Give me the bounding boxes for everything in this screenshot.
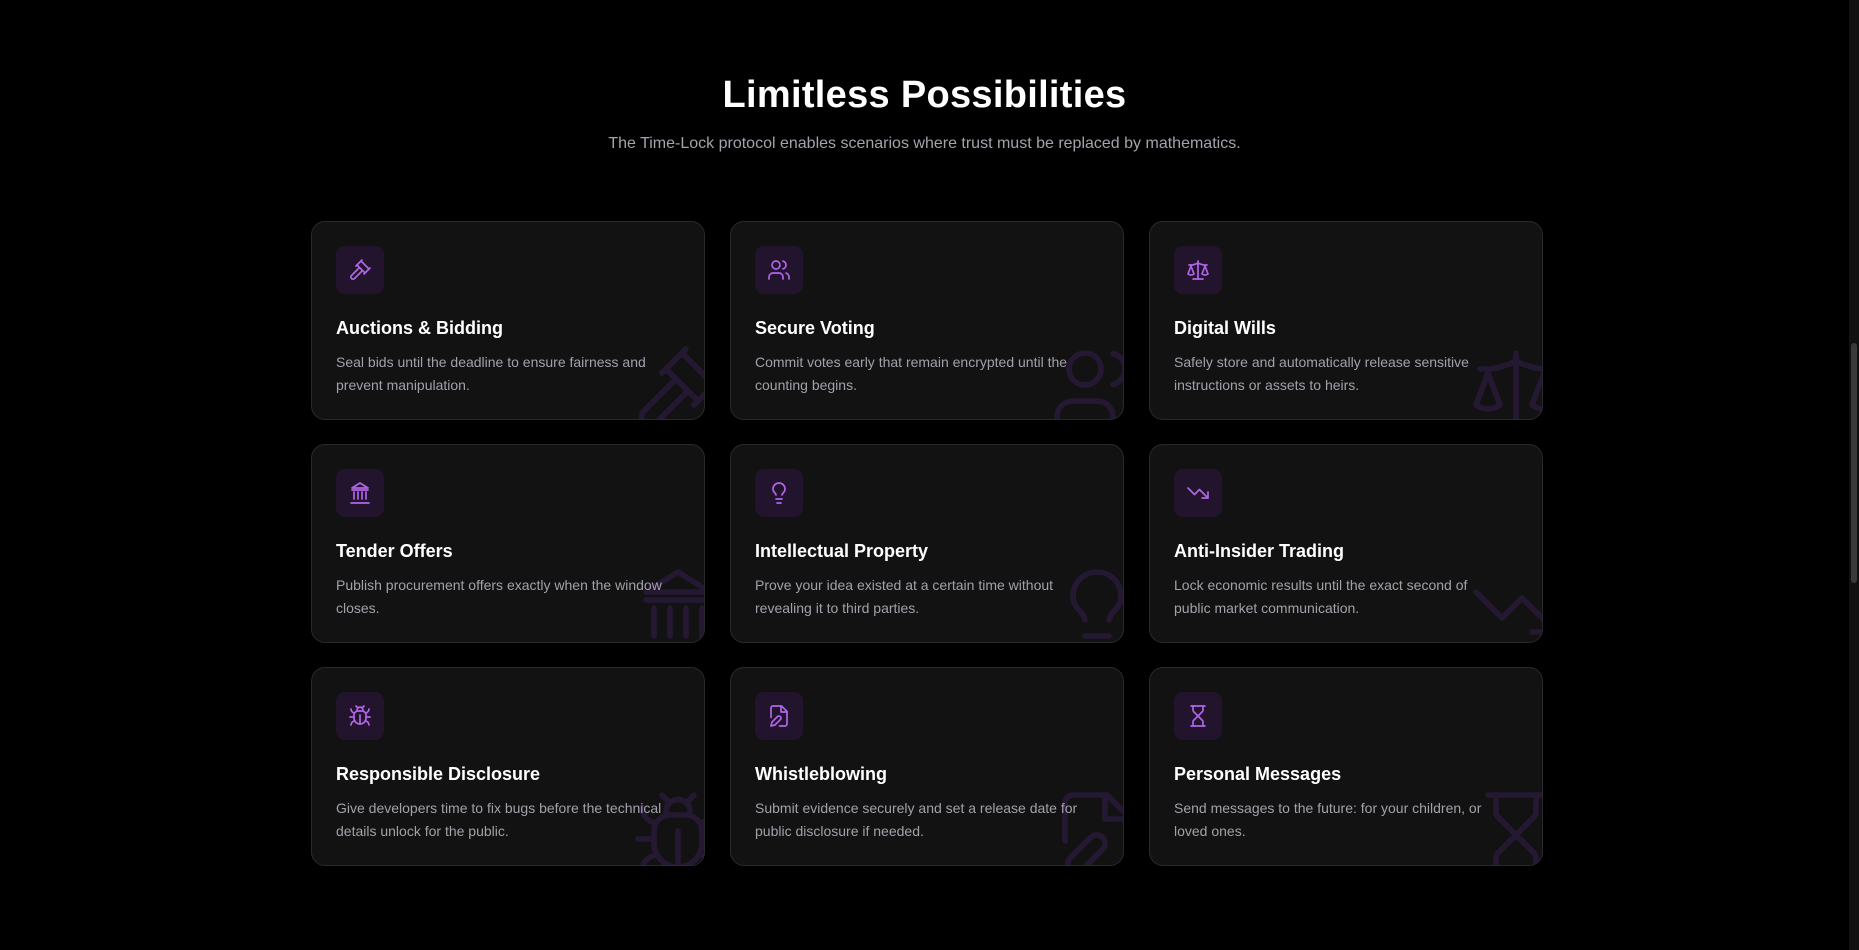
scrollbar-thumb[interactable] [1851,343,1857,583]
card-whistleblowing: Whistleblowing Submit evidence securely … [730,667,1124,866]
page-scrollbar[interactable] [1849,0,1859,950]
card-description: Prove your idea existed at a certain tim… [755,577,1054,616]
use-case-grid: Auctions & Bidding Seal bids until the d… [311,221,1543,866]
card-title: Auctions & Bidding [336,318,503,338]
card-description: Lock economic results until the exact se… [1174,577,1468,616]
card-description: Give developers time to fix bugs before … [336,800,662,839]
bug-icon [336,692,384,740]
card-digital-wills: Digital Wills Safely store and automatic… [1149,221,1543,420]
users-icon [755,246,803,294]
use-cases-section: Limitless Possibilities The Time-Lock pr… [0,0,1849,950]
card-title: Whistleblowing [755,764,887,784]
card-title: Anti-Insider Trading [1174,541,1345,561]
card-title: Secure Voting [755,318,875,338]
section-subtitle: The Time-Lock protocol enables scenarios… [608,135,1241,152]
card-personal-messages: Personal Messages Send messages to the f… [1149,667,1543,866]
file-signature-icon [755,692,803,740]
lightbulb-icon [755,469,803,517]
card-title: Intellectual Property [755,541,929,561]
card-secure-voting: Secure Voting Commit votes early that re… [730,221,1124,420]
card-description: Commit votes early that remain encrypted… [755,354,1068,393]
card-title: Tender Offers [336,541,453,561]
landmark-icon [336,469,384,517]
card-description: Submit evidence securely and set a relea… [755,800,1078,839]
card-description: Safely store and automatically release s… [1174,354,1469,393]
hourglass-icon [1174,692,1222,740]
gavel-icon [336,246,384,294]
card-anti-insider-trading: Anti-Insider Trading Lock economic resul… [1149,444,1543,643]
card-title: Digital Wills [1174,318,1276,338]
card-description: Seal bids until the deadline to ensure f… [336,354,646,393]
card-title: Personal Messages [1174,764,1342,784]
card-intellectual-property: Intellectual Property Prove your idea ex… [730,444,1124,643]
card-title: Responsible Disclosure [336,764,541,784]
trending-down-icon [1174,469,1222,517]
card-description: Send messages to the future: for your ch… [1174,800,1482,839]
card-auctions-bidding: Auctions & Bidding Seal bids until the d… [311,221,705,420]
section-title: Limitless Possibilities [722,74,1127,116]
card-description: Publish procurement offers exactly when … [336,577,662,616]
card-tender-offers: Tender Offers Publish procurement offers… [311,444,705,643]
card-responsible-disclosure: Responsible Disclosure Give developers t… [311,667,705,866]
scale-icon [1174,246,1222,294]
